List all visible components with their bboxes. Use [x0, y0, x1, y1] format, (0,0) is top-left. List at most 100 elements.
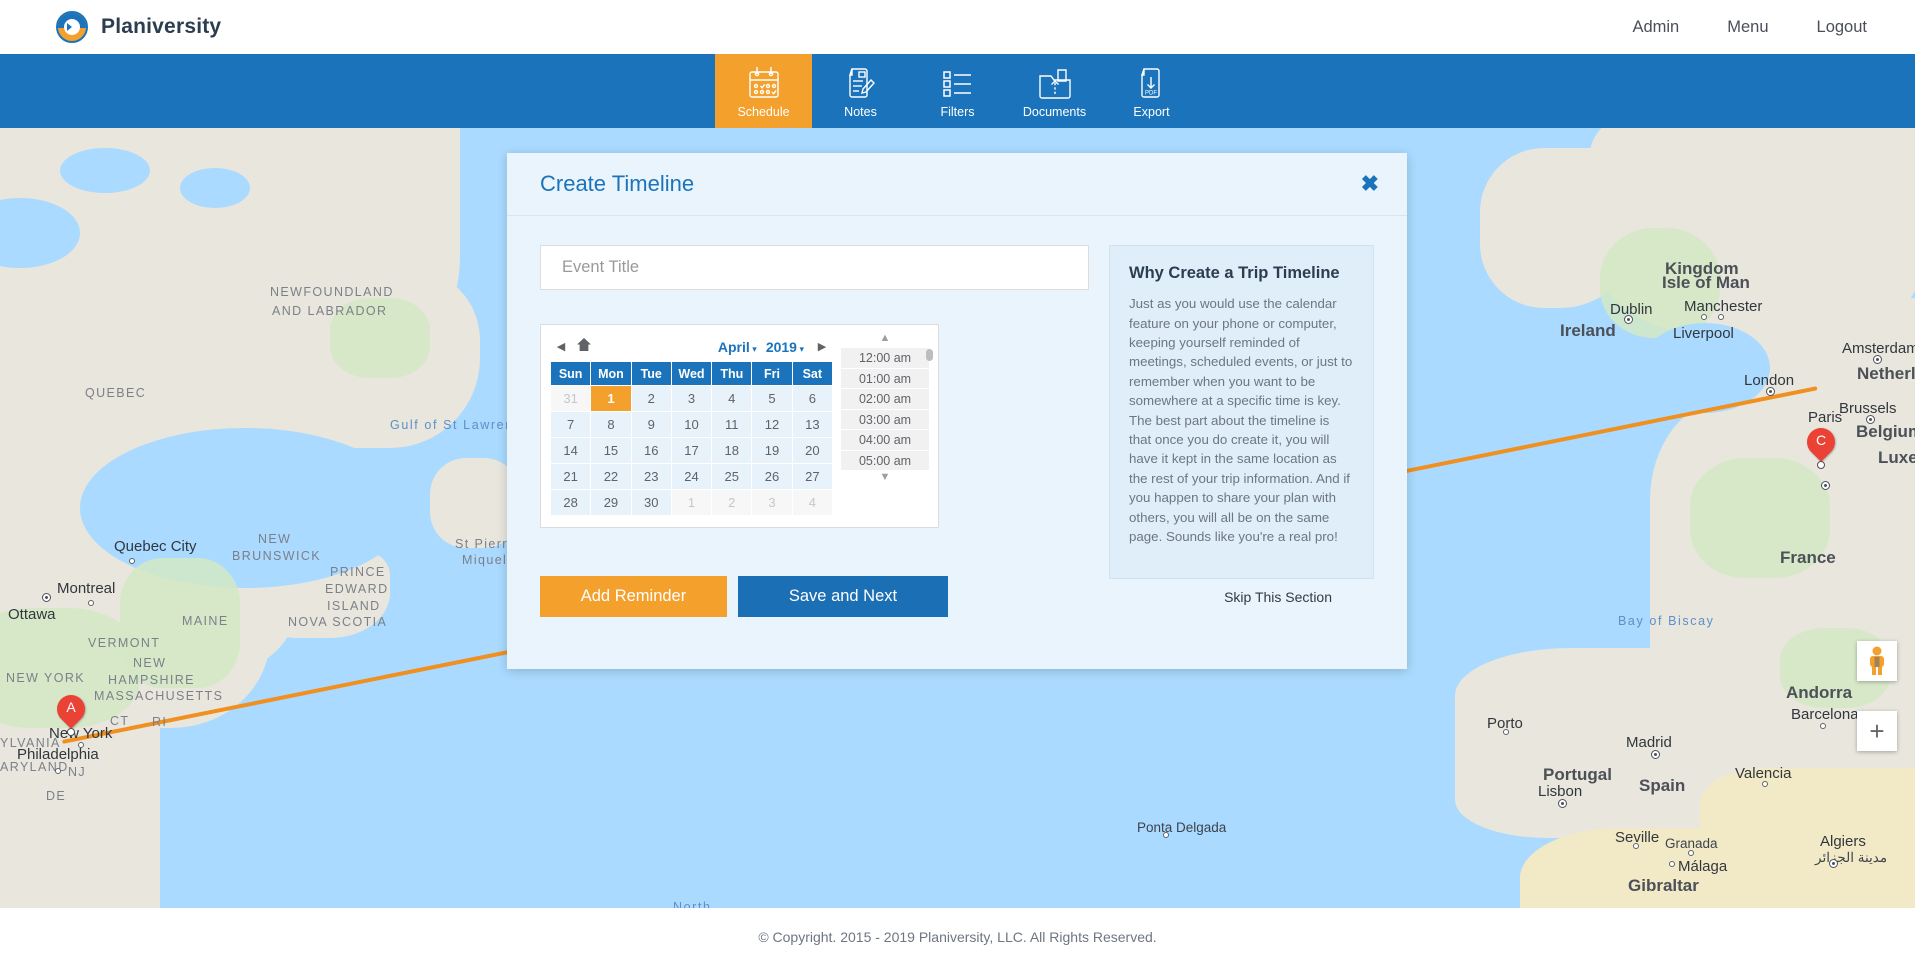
calendar-day[interactable]: 13 [791, 411, 834, 438]
calendar-day[interactable]: 26 [751, 463, 793, 490]
header-nav: Admin Menu Logout [1632, 18, 1867, 37]
top-header: Planiversity Admin Menu Logout [0, 0, 1915, 54]
calendar-week-row: 28 29 30 1 2 3 4 [549, 489, 834, 516]
nav-label-export: Export [1133, 105, 1170, 119]
chevron-right-icon[interactable]: ▶ [813, 340, 831, 353]
calendar-weekday-row: Sun Mon Tue Wed Thu Fri Sat [549, 361, 834, 386]
map-capital-dot [1766, 387, 1775, 396]
calendar-day[interactable]: 27 [791, 463, 834, 490]
calendar-weekday-sun: Sun [549, 361, 592, 386]
nav-item-notes[interactable]: Notes [812, 54, 909, 128]
calendar-day[interactable]: 31 [549, 385, 592, 412]
header-link-menu[interactable]: Menu [1727, 18, 1768, 37]
calendar-day[interactable]: 23 [630, 463, 672, 490]
time-option[interactable]: 05:00 am [841, 450, 929, 471]
calendar-week-row: 21 22 23 24 25 26 27 [549, 463, 834, 490]
calendar-day[interactable]: 6 [791, 385, 834, 412]
time-option[interactable]: 03:00 am [841, 409, 929, 430]
modal-actions: Add Reminder Save and Next Skip This Sec… [540, 576, 1374, 617]
time-option[interactable]: 12:00 am [841, 348, 929, 369]
map-city-dot [1718, 314, 1724, 320]
calendar-day[interactable]: 25 [711, 463, 753, 490]
calendar-day[interactable]: 29 [590, 489, 632, 516]
create-timeline-modal: Create Timeline ✖ ◀ April [507, 153, 1407, 669]
calendar-day[interactable]: 7 [549, 411, 592, 438]
calendar-day[interactable]: 24 [670, 463, 713, 490]
calendar-day[interactable]: 15 [590, 437, 632, 464]
triangle-up-icon[interactable]: ▲ [880, 332, 891, 348]
calendar-day[interactable]: 3 [751, 489, 793, 516]
time-option[interactable]: 04:00 am [841, 430, 929, 451]
calendar-weekday-thu: Thu [711, 361, 753, 386]
chevron-left-icon[interactable]: ◀ [552, 340, 570, 353]
calendar-day[interactable]: 9 [630, 411, 672, 438]
calendar-day[interactable]: 21 [549, 463, 592, 490]
map-capital-dot [1624, 315, 1633, 324]
zoom-in-plus-icon[interactable]: + [1857, 711, 1897, 751]
calendar-year-select[interactable]: 2019 [766, 339, 804, 355]
calendar-day[interactable]: 5 [751, 385, 793, 412]
home-icon[interactable] [570, 337, 598, 356]
map-marker-a[interactable]: A [51, 689, 91, 736]
brand[interactable]: Planiversity [56, 11, 221, 43]
map-city-label: Ponta Delgada [1137, 820, 1227, 835]
folder-upload-icon [1036, 63, 1074, 103]
street-view-pegman-icon[interactable] [1857, 641, 1897, 681]
calendar-day[interactable]: 18 [711, 437, 753, 464]
calendar-week-row: 7 8 9 10 11 12 13 [549, 411, 834, 438]
map-city-dot [129, 558, 135, 564]
calendar-day[interactable]: 10 [670, 411, 713, 438]
map-water-label: North [673, 900, 712, 908]
calendar-day[interactable]: 16 [630, 437, 672, 464]
marker-base-dot [1817, 461, 1825, 469]
calendar-day[interactable]: 12 [751, 411, 793, 438]
nav-item-documents[interactable]: Documents [1006, 54, 1103, 128]
calendar-day[interactable]: 1 [670, 489, 713, 516]
modal-body: ◀ April 2019 ▶ SunMonTueWedThuFriSa [507, 216, 1407, 669]
calendar-day[interactable]: 8 [590, 411, 632, 438]
time-option[interactable]: 01:00 am [841, 368, 929, 389]
time-option[interactable]: 02:00 am [841, 389, 929, 410]
skip-this-section-link[interactable]: Skip This Section [1224, 589, 1332, 605]
calendar-week-row: 14 15 16 17 18 19 20 [549, 437, 834, 464]
calendar-day[interactable]: 22 [590, 463, 632, 490]
calendar-month-select[interactable]: April [718, 339, 757, 355]
info-panel-text: Just as you would use the calendar featu… [1129, 296, 1353, 544]
time-option-list[interactable]: 12:00 am 01:00 am 02:00 am 03:00 am 04:00 am… [841, 348, 933, 471]
calendar-week-row: 31 1 2 3 4 5 6 [549, 385, 834, 412]
calendar-day[interactable]: 2 [711, 489, 753, 516]
map-city-dot [1820, 723, 1826, 729]
calendar-day[interactable]: 11 [711, 411, 753, 438]
header-link-admin[interactable]: Admin [1632, 18, 1679, 37]
close-x-icon[interactable]: ✖ [1361, 173, 1379, 195]
event-title-input[interactable] [540, 245, 1089, 290]
time-list-scrollbar[interactable] [926, 349, 933, 361]
calendar-day[interactable]: 30 [630, 489, 672, 516]
calendar-day[interactable]: 2 [630, 385, 672, 412]
map-city-dot [55, 768, 61, 774]
nav-item-filters[interactable]: Filters [909, 54, 1006, 128]
calendar-day[interactable]: 28 [549, 489, 592, 516]
map-capital-dot [1651, 750, 1660, 759]
calendar-day[interactable]: 17 [670, 437, 713, 464]
header-link-logout[interactable]: Logout [1817, 18, 1867, 37]
map-city-dot [1503, 729, 1509, 735]
map-capital-dot [1558, 799, 1567, 808]
calendar-day-selected[interactable]: 1 [590, 385, 632, 412]
calendar-weekday-fri: Fri [751, 361, 793, 386]
calendar-day[interactable]: 4 [711, 385, 753, 412]
calendar-grid: Sun Mon Tue Wed Thu Fri Sat 31 1 2 3 4 5 6 7 8 9 10 11 12 1… [549, 361, 834, 516]
planiversity-logo-icon [56, 11, 88, 43]
calendar-day[interactable]: 3 [670, 385, 713, 412]
modal-title: Create Timeline [540, 171, 695, 196]
nav-item-schedule[interactable]: Schedule [715, 54, 812, 128]
calendar-day[interactable]: 19 [751, 437, 793, 464]
nav-item-export[interactable]: PDF Export [1103, 54, 1200, 128]
calendar-day[interactable]: 4 [791, 489, 834, 516]
calendar-day[interactable]: 20 [791, 437, 834, 464]
map-marker-c[interactable]: C [1801, 422, 1841, 469]
triangle-down-icon[interactable]: ▼ [880, 471, 891, 487]
save-and-next-button[interactable]: Save and Next [738, 576, 948, 617]
add-reminder-button[interactable]: Add Reminder [540, 576, 727, 617]
calendar-day[interactable]: 14 [549, 437, 592, 464]
